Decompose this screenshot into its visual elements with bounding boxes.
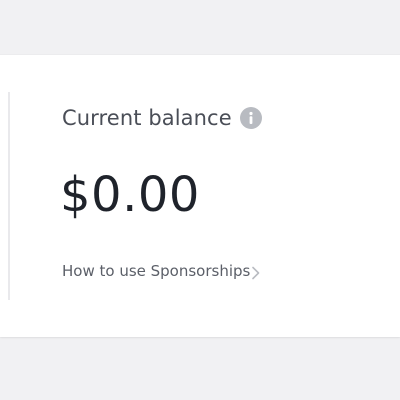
- chevron-right-icon: [251, 265, 261, 279]
- balance-title: Current balance: [62, 105, 232, 130]
- sponsorships-help-link[interactable]: How to use Sponsorships: [62, 264, 261, 279]
- card-divider: [8, 92, 10, 300]
- balance-title-row: Current balance: [62, 107, 262, 129]
- sponsorships-help-text: How to use Sponsorships: [62, 262, 251, 280]
- balance-card: Current balance $0.00 How to use Sponsor…: [0, 55, 400, 337]
- info-icon[interactable]: [239, 107, 262, 129]
- balance-amount: $0.00: [60, 167, 200, 223]
